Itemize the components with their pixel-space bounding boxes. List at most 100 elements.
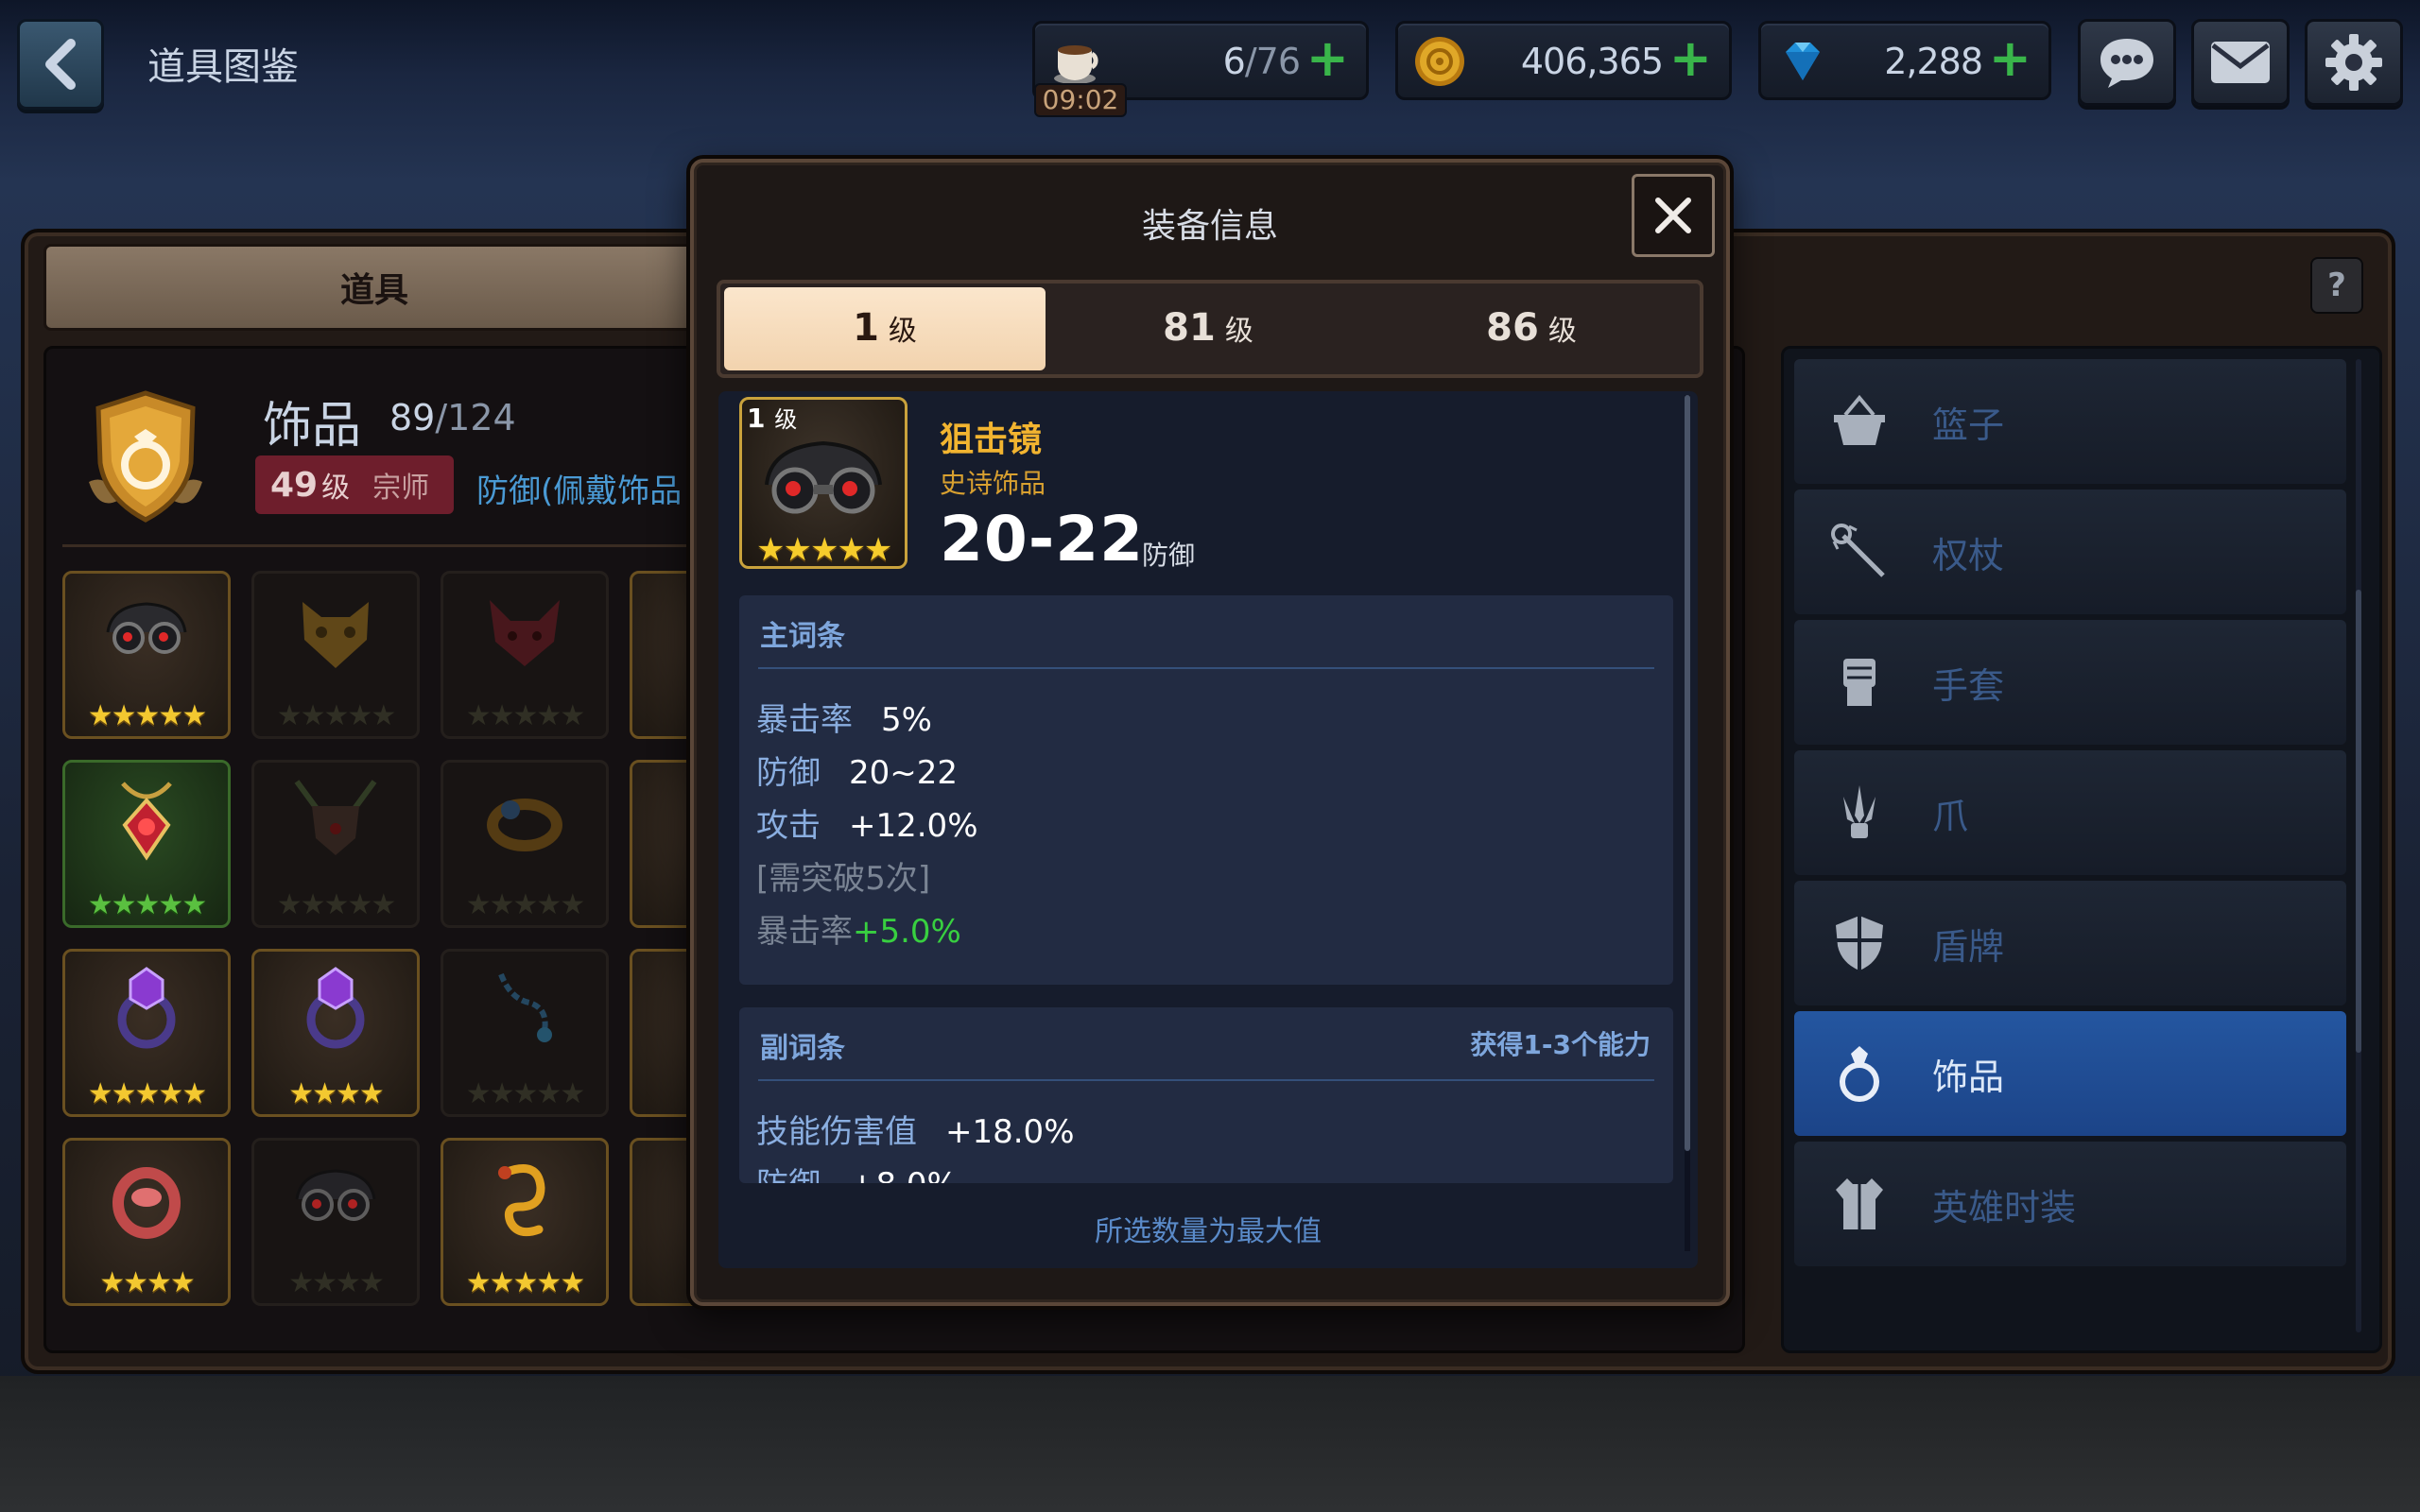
- stamina-value: 6/76: [1222, 41, 1301, 82]
- accessory-emblem-icon: [89, 390, 202, 523]
- item-slot[interactable]: ★★★★★: [62, 571, 231, 739]
- category-label: 英雄时装: [1932, 1186, 2077, 1228]
- gem-counter: 2,288 +: [1758, 21, 2051, 100]
- goggles-icon: [106, 602, 187, 654]
- item-level: 1 级: [747, 403, 798, 434]
- tab-level-86[interactable]: 86 级: [1371, 287, 1692, 370]
- add-gems-button[interactable]: +: [1989, 33, 2031, 84]
- red-ring-icon: [112, 1167, 181, 1239]
- item-slot[interactable]: ★★★★: [251, 949, 420, 1117]
- bracelet-icon: [487, 799, 562, 851]
- star-rating: ★★★★★: [87, 888, 207, 921]
- hook-ring-icon: [498, 1164, 545, 1237]
- gold-counter: 406,365 +: [1395, 21, 1732, 100]
- category-item[interactable]: 盾牌: [1794, 881, 2346, 1005]
- category-item[interactable]: 英雄时装: [1794, 1142, 2346, 1266]
- item-slot[interactable]: [630, 1138, 700, 1306]
- item-slot[interactable]: ★★★★★: [251, 571, 420, 739]
- add-stamina-button[interactable]: +: [1306, 33, 1349, 84]
- category-item[interactable]: 权杖: [1794, 490, 2346, 614]
- claw-icon: [1843, 785, 1876, 838]
- stat-line: 暴击率 5%: [756, 701, 932, 739]
- star-rating: ★★★★: [288, 1077, 385, 1110]
- sub-stats-header: 副词条: [760, 1032, 845, 1065]
- category-label: 盾牌: [1932, 925, 2005, 968]
- category-scrollbar[interactable]: [2356, 590, 2361, 1053]
- demon-mask-icon: [490, 600, 560, 666]
- item-slot[interactable]: [630, 760, 700, 928]
- purple-ring-icon: [117, 967, 176, 1049]
- stat-line: 防御 20~22: [756, 754, 959, 792]
- tab-items[interactable]: 道具: [43, 244, 705, 331]
- scepter-icon: [1831, 524, 1885, 577]
- chevron-left-icon: [45, 39, 76, 90]
- mastery-level-badge: 49 级 宗师: [255, 455, 454, 514]
- settings-button[interactable]: [2305, 19, 2403, 106]
- gear-icon: [2325, 34, 2382, 91]
- envelope-icon: [2211, 42, 2270, 83]
- category-label: 手套: [1932, 664, 2005, 707]
- amulet-icon: [121, 782, 172, 861]
- item-slot[interactable]: [630, 949, 700, 1117]
- purple-ring-icon: [306, 967, 365, 1049]
- item-slot[interactable]: ★★★★★: [251, 760, 420, 928]
- star-rating: ★★★★: [288, 1266, 385, 1299]
- detail-scrollbar[interactable]: [1685, 395, 1690, 1151]
- category-effect: 防御(佩戴饰品: [476, 472, 683, 510]
- breakthrough-requirement: [需突破5次]: [756, 860, 931, 898]
- star-rating: ★★★★★: [465, 1266, 585, 1299]
- stat-line: 攻击 +12.0%: [756, 807, 978, 845]
- bottom-band: [0, 1376, 2420, 1512]
- item-slot[interactable]: ★★★★★: [441, 1138, 609, 1306]
- star-rating: ★★★★★: [276, 888, 396, 921]
- star-rating: ★★★★: [99, 1266, 196, 1299]
- item-slot[interactable]: ★★★★★: [62, 760, 231, 928]
- category-label: 篮子: [1932, 404, 2005, 446]
- tab-level-1[interactable]: 1级: [724, 287, 1046, 370]
- help-button[interactable]: ?: [2310, 257, 2363, 314]
- add-gold-button[interactable]: +: [1669, 33, 1712, 84]
- stat-line: 技能伤害值 +18.0%: [756, 1113, 1075, 1151]
- shield-icon: [1836, 916, 1883, 971]
- page-title: 道具图鉴: [147, 45, 299, 89]
- item-slot[interactable]: ★★★★★: [441, 949, 609, 1117]
- max-quantity-note: 所选数量为最大值: [1095, 1215, 1322, 1248]
- blue-gem-icon: [1786, 43, 1820, 80]
- close-button[interactable]: [1632, 174, 1715, 257]
- star-rating: ★★★★★: [465, 699, 585, 732]
- star-rating: ★★★★★: [465, 1077, 585, 1110]
- category-label: 权杖: [1932, 534, 2005, 576]
- glove-icon: [1843, 659, 1876, 706]
- item-rarity: 史诗饰品: [940, 468, 1046, 499]
- sub-stats-note: 获得1-3个能力: [1470, 1029, 1651, 1060]
- basket-icon: [1834, 394, 1885, 445]
- category-title: 饰品: [263, 398, 362, 455]
- item-grid: ★★★★★ ★★★★★ ★★★★★ ★★★★★ ★★★★★ ★★★★★ ★★★★★ ★★★★ ★…: [62, 571, 700, 1346]
- modal-title: 装备信息: [1141, 207, 1278, 246]
- item-slot[interactable]: ★★★★★: [441, 760, 609, 928]
- category-item[interactable]: 手套: [1794, 620, 2346, 745]
- locked-stat-line: 暴击率+5.0%: [756, 913, 961, 951]
- chat-button[interactable]: [2078, 19, 2176, 106]
- ring-icon: [1840, 1046, 1879, 1102]
- back-button[interactable]: [17, 19, 104, 110]
- divider: [758, 1079, 1654, 1081]
- main-stats-section: 主词条 暴击率 5% 防御 20~22 攻击 +12.0% [需突破5次] 暴击率+5…: [739, 595, 1673, 985]
- category-item[interactable]: 篮子: [1794, 359, 2346, 484]
- goggles-icon: [295, 1169, 376, 1221]
- gem-value: 2,288: [1884, 41, 1983, 82]
- item-slot[interactable]: [630, 571, 700, 739]
- item-slot[interactable]: ★★★★: [62, 1138, 231, 1306]
- item-slot[interactable]: ★★★★★: [62, 949, 231, 1117]
- category-item[interactable]: 饰品: [1794, 1011, 2346, 1136]
- tab-level-81[interactable]: 81 级: [1047, 287, 1369, 370]
- star-rating: ★★★★★: [87, 699, 207, 732]
- item-defense-label: 防御: [1142, 540, 1196, 571]
- category-item[interactable]: 爪: [1794, 750, 2346, 875]
- star-rating: ★★★★★: [87, 1077, 207, 1110]
- mail-button[interactable]: [2191, 19, 2290, 106]
- item-slot[interactable]: ★★★★: [251, 1138, 420, 1306]
- item-name: 狙击镜: [940, 421, 1043, 459]
- item-slot[interactable]: ★★★★★: [441, 571, 609, 739]
- divider: [62, 544, 705, 547]
